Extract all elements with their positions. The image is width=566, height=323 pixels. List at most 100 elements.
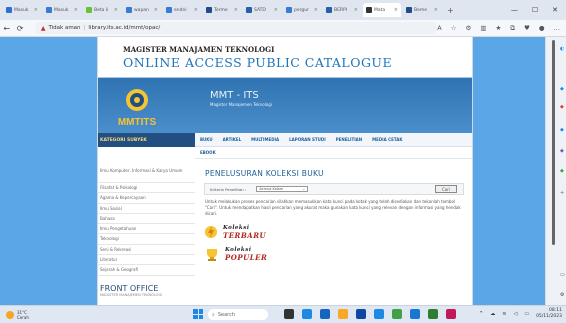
tab-close-icon[interactable]: × (74, 7, 78, 13)
settings-icon[interactable]: ⚙ (560, 292, 564, 298)
maximize-icon[interactable]: ☐ (532, 6, 538, 14)
mail-icon[interactable] (320, 309, 330, 319)
browser-icon[interactable] (410, 309, 420, 319)
section-title: PENELUSURAN KOLEKSI BUKU (205, 169, 324, 178)
tab-close-icon[interactable]: × (394, 7, 398, 13)
chevron-up-icon[interactable]: ^ (479, 311, 483, 317)
browser-tab[interactable]: Masuk × (43, 3, 81, 17)
extensions-icon[interactable]: ⚙ (466, 24, 472, 33)
back-icon[interactable]: ← (0, 24, 13, 33)
cloud-icon[interactable]: ☁ (490, 311, 495, 317)
menu-item[interactable]: PENELITIAN (331, 137, 367, 142)
taskbar-search[interactable]: ⌕ Search (208, 309, 268, 320)
koleksi-populer[interactable]: Koleksi POPULER (205, 247, 472, 261)
store-icon[interactable] (356, 309, 366, 319)
panel-layout-icon[interactable]: ▭ (560, 272, 565, 278)
tab-close-icon[interactable]: × (194, 7, 198, 13)
search-button[interactable]: Cari (435, 185, 457, 193)
menu-item[interactable]: MULTIMEDIA (246, 137, 284, 142)
criteria-select[interactable]: Semua Kolom ⌄ (256, 186, 309, 192)
taskbar-search-placeholder: Search (217, 311, 235, 318)
close-icon[interactable]: ✕ (552, 6, 558, 14)
new-tab-button[interactable]: + (447, 6, 454, 15)
app-icon[interactable] (446, 309, 456, 319)
profile-icon[interactable]: ● (539, 24, 545, 33)
collections-icon[interactable]: ⧉ (510, 24, 515, 33)
tab-close-icon[interactable]: × (154, 7, 158, 13)
shopping-icon[interactable]: ◆ (560, 86, 564, 92)
battery-icon[interactable]: ▭ (524, 311, 529, 317)
minimize-icon[interactable]: — (511, 6, 518, 14)
banner-text: MMT - ITS Magister Manajemen Teknologi (210, 90, 272, 107)
browser-tab[interactable]: wapan × (123, 3, 161, 17)
tab-favicon-icon (246, 7, 252, 13)
browser-tab[interactable]: Mata × (363, 3, 401, 17)
banner-title: MMT - ITS (210, 90, 259, 101)
search-icon[interactable]: ◐ (560, 46, 564, 52)
word-icon[interactable] (374, 309, 384, 319)
sidebar-category-item[interactable]: Teknologi (98, 234, 195, 245)
menu-item[interactable]: BUKU (195, 137, 218, 142)
tab-close-icon[interactable]: × (354, 7, 358, 13)
sidebar-category-item[interactable]: Bahasa (98, 214, 195, 225)
taskbar-apps (284, 309, 456, 319)
sidebar-category-item[interactable]: Filsafat & Psikologi (98, 183, 195, 194)
weather-widget[interactable]: 31°C Cerah (0, 310, 29, 320)
browser-tab[interactable]: pergur × (283, 3, 321, 17)
url-field[interactable]: ▲ Tidak aman | library.its.ac.id/mmt/opa… (34, 22, 438, 34)
browser-tab[interactable]: Terme × (203, 3, 241, 17)
tab-close-icon[interactable]: × (114, 7, 118, 13)
tab-close-icon[interactable]: × (34, 7, 38, 13)
browser-tab[interactable]: SATD × (243, 3, 281, 17)
edge-icon[interactable] (302, 309, 312, 319)
sidebar-category-item[interactable]: Agama & Kepercayaan (98, 193, 195, 204)
outlook-icon[interactable]: ◆ (560, 168, 564, 174)
sidebar-category-item[interactable]: Literatur (98, 255, 195, 266)
tab-close-icon[interactable]: × (434, 7, 438, 13)
tab-close-icon[interactable]: × (234, 7, 238, 13)
volume-icon[interactable]: ◁ (513, 311, 517, 317)
clock[interactable]: 08:11 05/11/2023 (536, 308, 562, 320)
browser-tab[interactable]: endni × (163, 3, 201, 17)
taskbar: 31°C Cerah ⌕ Search ^ ☁ ≋ ◁ ▭ 08:11 05/1… (0, 305, 566, 323)
tools-icon[interactable]: ◆ (560, 104, 564, 110)
browser-essentials-icon[interactable]: ♥ (524, 24, 530, 33)
tab-close-icon[interactable]: × (274, 7, 278, 13)
url-text: library.its.ac.id/mmt/opac/ (88, 25, 161, 31)
weather-desc: Cerah (17, 314, 29, 320)
task-view-icon[interactable] (284, 309, 294, 319)
excel-icon[interactable] (428, 309, 438, 319)
read-aloud-icon[interactable]: A (437, 24, 441, 33)
menu-item-ebook[interactable]: EBOOK (195, 147, 472, 159)
split-screen-icon[interactable]: ▥ (480, 24, 486, 33)
tab-label: Terme (214, 7, 228, 13)
favorites-icon[interactable]: ★ (496, 24, 502, 33)
menu-item[interactable]: MEDIA CETAK (367, 137, 407, 142)
refresh-icon[interactable]: ⟳ (13, 24, 26, 33)
favorite-star-icon[interactable]: ☆ (451, 24, 457, 33)
more-icon[interactable]: … (554, 24, 561, 33)
sidebar-category-item[interactable]: Ilmu Pengetahuan (98, 224, 195, 235)
menu-item[interactable]: LAPORAN STUDI (284, 137, 331, 142)
tab-label: wapan (134, 7, 149, 13)
sidebar-category-item[interactable]: Ilmu Komputer, Informasi & Karya Umum (98, 168, 195, 183)
add-icon[interactable]: + (560, 190, 564, 196)
sidebar-category-item[interactable]: Sejarah & Geografi (98, 265, 195, 276)
sidebar-category-item[interactable]: Seni & Rekreasi (98, 245, 195, 256)
browser-tab[interactable]: Masuk × (3, 3, 41, 17)
browser-tab[interactable]: Beme × (403, 3, 441, 17)
browser-tab[interactable]: Beta li × (83, 3, 121, 17)
windows-start-icon[interactable] (193, 309, 203, 319)
scrollbar[interactable] (552, 40, 555, 245)
sidebar-category-item[interactable]: Ilmu Sosial (98, 204, 195, 214)
koleksi-terbaru[interactable]: Koleksi TERBARU (205, 225, 472, 239)
office-icon[interactable]: ◆ (560, 148, 564, 154)
menu-item[interactable]: ARTIKEL (218, 137, 247, 142)
system-tray: ^ ☁ ≋ ◁ ▭ 08:11 05/11/2023 (479, 308, 562, 320)
chrome-icon[interactable] (392, 309, 402, 319)
browser-tab[interactable]: BERPI × (323, 3, 361, 17)
file-explorer-icon[interactable] (338, 309, 348, 319)
tab-close-icon[interactable]: × (314, 7, 318, 13)
wifi-icon[interactable]: ≋ (502, 311, 506, 317)
games-icon[interactable]: ◆ (560, 127, 564, 133)
